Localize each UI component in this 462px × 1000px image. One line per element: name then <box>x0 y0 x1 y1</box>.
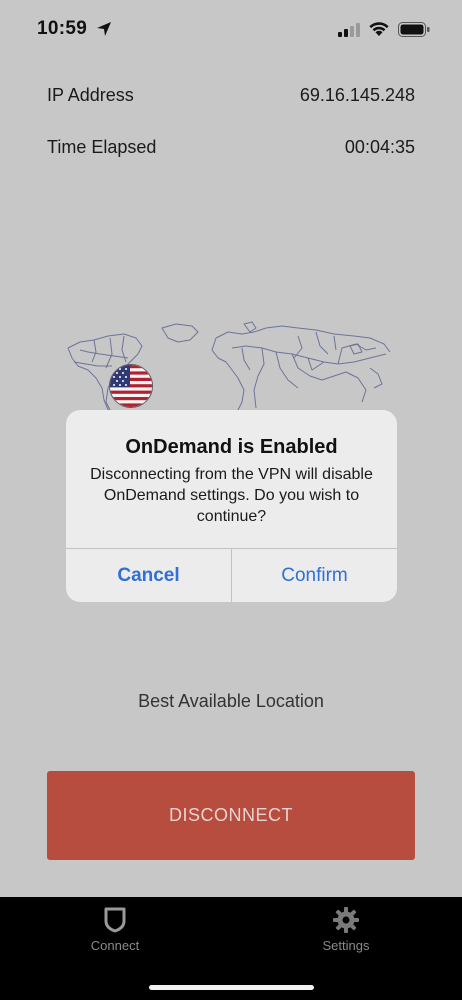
tab-settings[interactable]: Settings <box>286 907 406 953</box>
disconnect-button[interactable]: DISCONNECT <box>47 771 415 860</box>
time-elapsed-row: Time Elapsed 00:04:35 <box>47 137 415 158</box>
ondemand-alert-dialog: OnDemand is Enabled Disconnecting from t… <box>66 410 397 602</box>
status-bar: 10:59 <box>0 0 462 60</box>
dialog-message: Disconnecting from the VPN will disable … <box>90 466 373 525</box>
status-time: 10:59 <box>37 18 88 39</box>
ip-address-label: IP Address <box>47 85 134 105</box>
us-flag-icon <box>109 364 153 408</box>
location-arrow-icon <box>97 22 111 36</box>
gear-icon <box>333 907 359 933</box>
home-indicator[interactable] <box>149 985 314 990</box>
confirm-button[interactable]: Confirm <box>232 549 397 602</box>
tab-connect-label: Connect <box>90 938 140 953</box>
ip-address-value: 69.16.145.248 <box>299 85 415 105</box>
tab-settings-label: Settings <box>322 938 370 953</box>
ip-address-row: IP Address 69.16.145.248 <box>47 85 415 106</box>
tab-connect[interactable]: Connect <box>55 907 175 953</box>
time-elapsed-value: 00:04:35 <box>344 137 415 157</box>
cellular-signal-icon <box>338 23 360 37</box>
shield-icon <box>104 907 126 933</box>
battery-icon <box>398 22 430 37</box>
best-location-label[interactable]: Best Available Location <box>0 691 462 712</box>
wifi-icon <box>369 22 389 36</box>
time-elapsed-label: Time Elapsed <box>47 137 157 157</box>
dialog-title: OnDemand is Enabled <box>125 436 338 458</box>
cancel-button[interactable]: Cancel <box>66 549 231 602</box>
